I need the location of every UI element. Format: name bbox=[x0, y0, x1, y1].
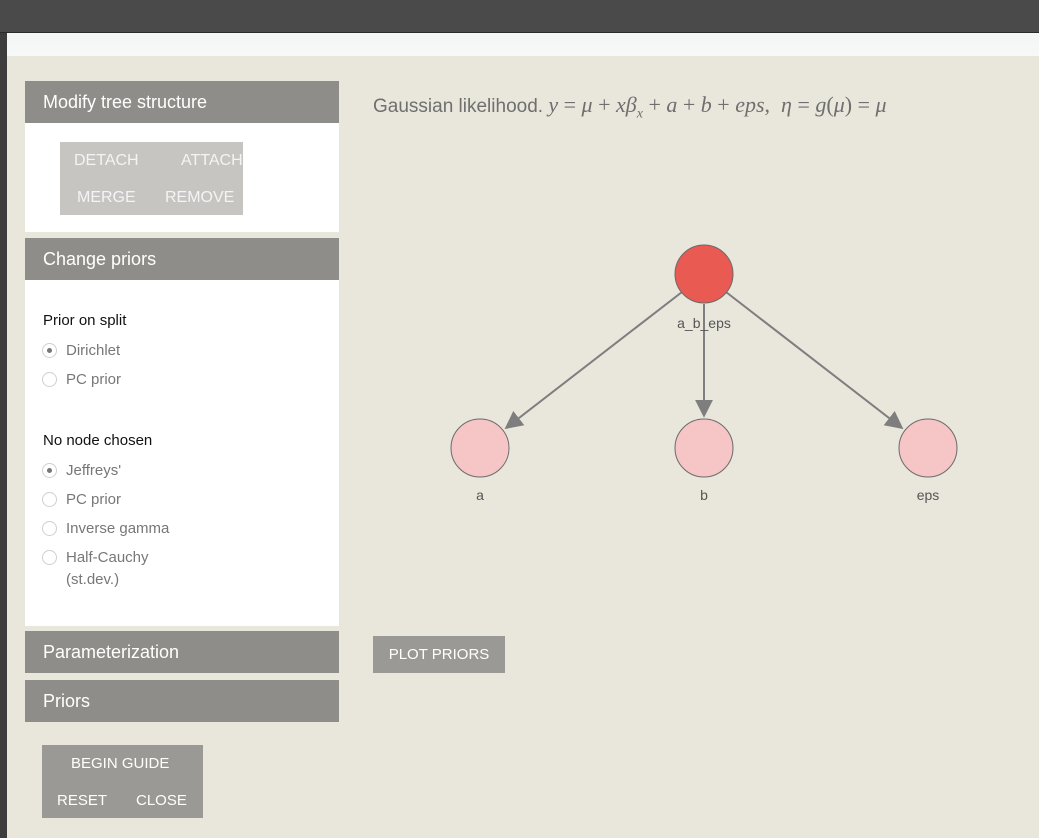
node-b-label: b bbox=[700, 487, 708, 503]
tree-diagram: a_b_eps a b eps bbox=[450, 244, 958, 503]
edge-to-eps bbox=[725, 291, 904, 430]
priors-header[interactable]: Priors bbox=[25, 680, 339, 722]
tree-structure-body: DETACH ATTACH MERGE REMOVE bbox=[25, 123, 339, 232]
root-node[interactable] bbox=[674, 244, 734, 304]
node-eps[interactable] bbox=[898, 418, 958, 478]
window-bezel bbox=[0, 0, 7, 838]
tree-action-buttons: DETACH ATTACH MERGE REMOVE bbox=[60, 142, 243, 215]
radio-dot bbox=[42, 521, 57, 536]
browser-toolbar bbox=[0, 0, 1039, 56]
radio-dot-selected bbox=[42, 343, 57, 358]
begin-guide-button[interactable]: BEGIN GUIDE bbox=[71, 755, 169, 772]
remove-button[interactable]: REMOVE bbox=[165, 189, 234, 207]
parameterization-header[interactable]: Parameterization bbox=[25, 631, 339, 673]
likelihood-formula: Gaussian likelihood. y = μ + xβx + a + b… bbox=[373, 92, 887, 122]
node-eps-label: eps bbox=[917, 487, 940, 503]
edge-to-a bbox=[504, 291, 683, 430]
radio-dot bbox=[42, 492, 57, 507]
model-equation: y = μ + xβx + a + b + eps, η = g(μ) = μ bbox=[548, 92, 887, 122]
change-priors-header[interactable]: Change priors bbox=[25, 238, 339, 280]
detach-button[interactable]: DETACH bbox=[74, 152, 139, 170]
likelihood-title: Gaussian likelihood. bbox=[373, 96, 544, 117]
merge-button[interactable]: MERGE bbox=[77, 189, 136, 207]
split-prior-label: Prior on split bbox=[43, 312, 127, 329]
attach-button[interactable]: ATTACH bbox=[181, 152, 243, 170]
node-a[interactable] bbox=[450, 418, 510, 478]
node-b[interactable] bbox=[674, 418, 734, 478]
plot-priors-button[interactable]: PLOT PRIORS bbox=[373, 636, 505, 673]
change-priors-body: Prior on split Dirichlet PC prior No nod… bbox=[25, 280, 339, 626]
radio-dot bbox=[42, 550, 57, 565]
guide-controls: BEGIN GUIDE RESET CLOSE bbox=[42, 745, 203, 818]
close-button[interactable]: CLOSE bbox=[136, 792, 187, 809]
radio-dot bbox=[42, 372, 57, 387]
reset-button[interactable]: RESET bbox=[57, 792, 107, 809]
node-prior-label: No node chosen bbox=[43, 432, 153, 449]
tree-structure-header[interactable]: Modify tree structure bbox=[25, 81, 339, 123]
radio-dot-selected bbox=[42, 463, 57, 478]
node-a-label: a bbox=[476, 487, 484, 503]
root-node-label: a_b_eps bbox=[677, 315, 731, 331]
